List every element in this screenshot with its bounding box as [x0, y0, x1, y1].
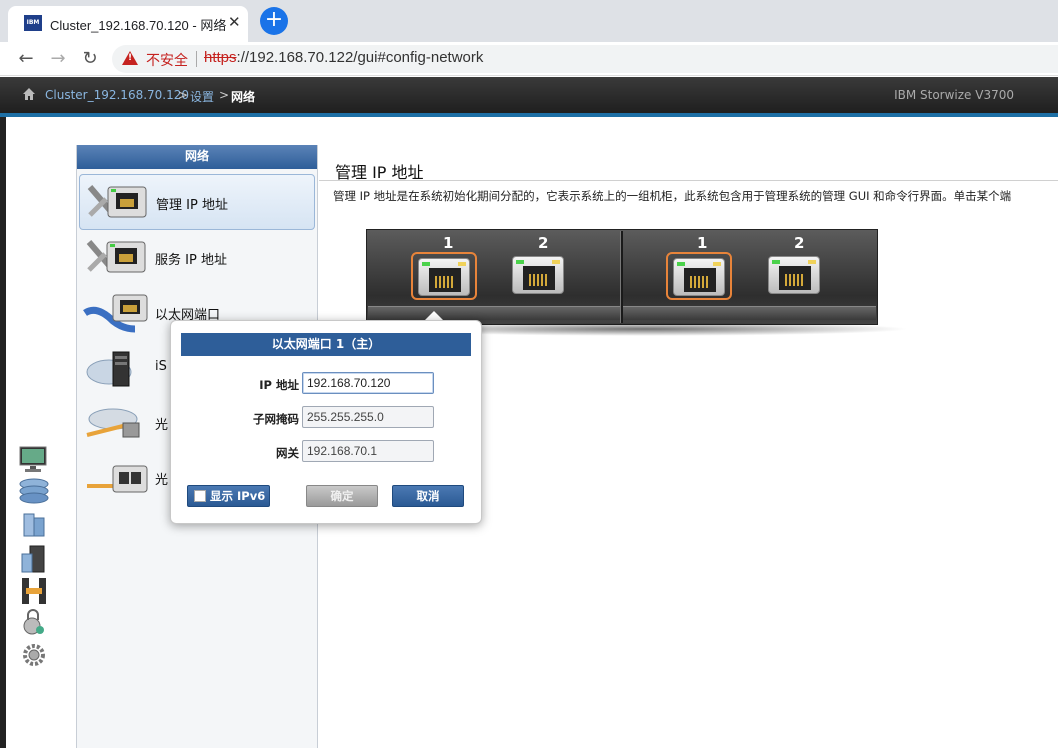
gateway-label: 网关 [276, 446, 299, 460]
management-ip-icon [87, 185, 147, 218]
ibm-favicon-icon: IBM [24, 15, 42, 31]
ethernet-port-left-2[interactable] [507, 252, 573, 300]
browser-tabstrip: IBM Cluster_192.168.70.120 - 网络 ✕ + [0, 0, 1058, 42]
warning-icon[interactable] [122, 51, 138, 65]
ip-address-input[interactable] [302, 372, 434, 394]
port-settings-popup: 以太网端口 1（主） IP 地址 子网掩码 网关 显示 IPv6 确定 取消 [170, 320, 482, 524]
copy-services-icon[interactable] [16, 576, 52, 606]
security-label[interactable]: 不安全 [146, 50, 188, 70]
link-led [422, 262, 430, 266]
activity-led [808, 260, 816, 264]
subnet-mask-label: 子网掩码 [253, 412, 299, 426]
breadcrumb-network: 网络 [231, 90, 256, 104]
hosts-icon[interactable] [16, 544, 52, 574]
iscsi-icon [86, 351, 132, 387]
activity-led [458, 262, 466, 266]
link-led [677, 262, 685, 266]
sidebar-item-service-ip[interactable]: 服务 IP 地址 [79, 230, 315, 286]
link-led [516, 260, 524, 264]
fibre-channel-icon [86, 408, 140, 438]
show-ipv6-label: 显示 IPv6 [210, 489, 266, 503]
tab-title: Cluster_192.168.70.120 - 网络 [50, 18, 227, 33]
back-button[interactable]: ← [14, 47, 38, 71]
title-divider [319, 180, 1058, 181]
url-scheme: https [204, 49, 237, 66]
monitoring-icon[interactable] [16, 444, 52, 474]
url-text[interactable]: https://192.168.70.122/gui#config-networ… [204, 49, 483, 66]
browser-tab[interactable]: IBM Cluster_192.168.70.120 - 网络 ✕ [8, 6, 248, 42]
ipv6-checkbox[interactable] [194, 490, 206, 502]
sidebar-item-label: 管理 IP 地址 [156, 198, 228, 213]
url-path: ://192.168.70.122/gui#config-network [236, 49, 484, 66]
ethernet-port-icon [83, 294, 148, 333]
settings-gear-icon[interactable] [16, 640, 52, 670]
app-header: Cluster_192.168.70.120 > 设置 > 网络 IBM Sto… [0, 77, 1058, 113]
activity-led [552, 260, 560, 264]
access-lock-icon[interactable] [16, 608, 52, 638]
cancel-button[interactable]: 取消 [392, 485, 464, 507]
tab-close-icon[interactable]: ✕ [228, 13, 241, 31]
rj45-port-icon [418, 258, 470, 296]
sidebar-item-label: 服务 IP 地址 [155, 253, 227, 268]
fibre-channel-ports-icon [87, 465, 148, 493]
pools-icon[interactable] [16, 476, 52, 506]
volumes-icon[interactable] [16, 510, 52, 540]
sidebar-title: 网络 [77, 145, 317, 169]
rj45-port-icon [768, 256, 820, 294]
new-tab-button[interactable]: + [260, 7, 288, 35]
breadcrumb-separator: > [219, 88, 230, 102]
header-accent-line [0, 113, 1058, 117]
url-omnibox[interactable]: 不安全 https://192.168.70.122/gui#config-ne… [112, 45, 1058, 73]
sidebar-item-label: 光 [155, 418, 169, 433]
link-led [772, 260, 780, 264]
service-ip-icon [86, 240, 146, 273]
port-number: 1 [697, 234, 708, 252]
show-ipv6-toggle[interactable]: 显示 IPv6 [187, 485, 270, 507]
jack [523, 266, 555, 290]
port-number: 1 [443, 234, 454, 252]
forward-button[interactable]: → [46, 47, 70, 71]
page-description: 管理 IP 地址是在系统初始化期间分配的，它表示系统上的一组机柜，此系统包含用于… [333, 189, 1012, 203]
subnet-mask-input[interactable] [302, 406, 434, 428]
rj45-port-icon [673, 258, 725, 296]
sidebar-item-label: 光 [155, 473, 169, 488]
jack [684, 268, 716, 292]
product-name: IBM Storwize V3700 [894, 88, 1014, 102]
popup-title: 以太网端口 1（主） [181, 333, 471, 356]
breadcrumb-settings[interactable]: 设置 [190, 88, 214, 105]
jack [779, 266, 811, 290]
omnibox-separator [196, 51, 197, 67]
breadcrumb-cluster[interactable]: Cluster_192.168.70.120 [45, 88, 189, 102]
sidebar-item-management-ip[interactable]: 管理 IP 地址 [79, 174, 315, 230]
ethernet-port-right-1[interactable] [666, 252, 732, 300]
left-edge-strip [0, 117, 6, 748]
ethernet-port-left-1[interactable] [411, 252, 477, 300]
sidebar-item-label: iS [155, 359, 167, 374]
ip-address-label: IP 地址 [259, 378, 299, 392]
panel-divider [620, 231, 623, 323]
jack [429, 268, 461, 292]
ethernet-port-right-2[interactable] [763, 252, 829, 300]
port-number: 2 [794, 234, 805, 252]
breadcrumb-separator: > [178, 88, 189, 102]
address-bar: ← → ↻ 不安全 https://192.168.70.122/gui#con… [0, 42, 1058, 76]
port-number: 2 [538, 234, 549, 252]
activity-led [713, 262, 721, 266]
ok-button[interactable]: 确定 [306, 485, 378, 507]
rj45-port-icon [512, 256, 564, 294]
reload-button[interactable]: ↻ [78, 47, 102, 71]
home-icon[interactable] [22, 87, 36, 101]
gateway-input[interactable] [302, 440, 434, 462]
